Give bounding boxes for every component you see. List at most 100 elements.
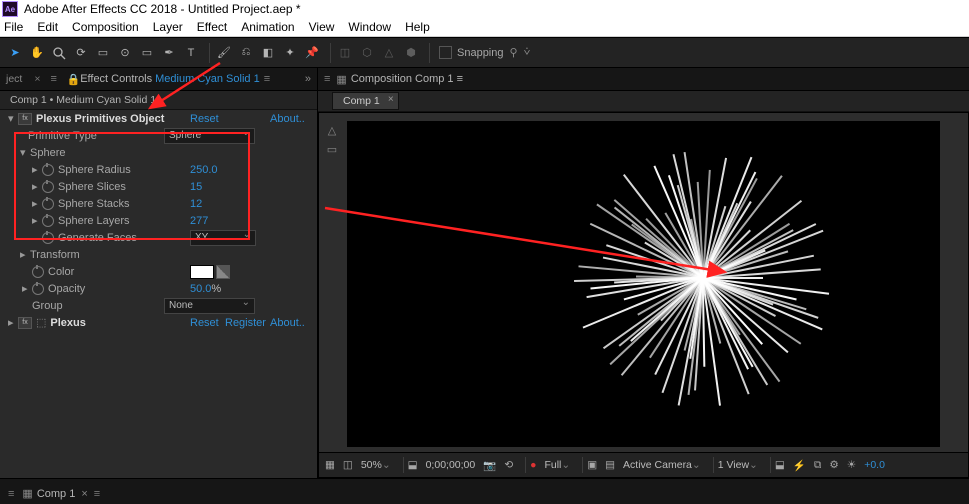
type-tool-icon[interactable]: T xyxy=(182,44,200,62)
register-link[interactable]: Register xyxy=(225,317,266,329)
puppet-tool-icon[interactable]: 📌 xyxy=(303,44,321,62)
twirl-right-icon[interactable]: ▸ xyxy=(32,180,42,193)
snapping-checkbox-icon[interactable] xyxy=(439,46,452,59)
main-menu[interactable]: File Edit Composition Layer Effect Anima… xyxy=(0,18,969,37)
twirl-down-icon[interactable]: ▾ xyxy=(20,146,30,159)
stopwatch-icon[interactable] xyxy=(32,283,44,295)
view-dropdown[interactable]: 1 View xyxy=(718,459,758,471)
tab-overflow-icon[interactable]: ≡ xyxy=(94,488,100,500)
snapping-chevron-icon[interactable]: ⩒ xyxy=(524,46,531,59)
reset-link[interactable]: Reset xyxy=(190,317,219,329)
stopwatch-icon[interactable] xyxy=(42,198,54,210)
panel-lock-icon[interactable]: 🔒 xyxy=(66,73,80,86)
primitive-type-dropdown[interactable]: Sphere xyxy=(164,128,255,144)
sphere-slices-value[interactable]: 15 xyxy=(190,181,202,193)
twirl-right-icon[interactable]: ▸ xyxy=(22,282,32,295)
pixel-aspect-icon[interactable]: ⬓ xyxy=(775,459,785,471)
effect-controls-layer[interactable]: Medium Cyan Solid 1 xyxy=(155,73,260,85)
stopwatch-icon[interactable] xyxy=(42,164,54,176)
effect-controls-tab[interactable]: Effect Controls xyxy=(80,73,152,85)
generate-faces-dropdown[interactable]: XY xyxy=(190,230,256,246)
camera-dropdown[interactable]: Active Camera xyxy=(623,459,701,471)
show-snapshot-icon[interactable]: ⟲ xyxy=(504,459,513,471)
camera-tool-icon[interactable]: ▭ xyxy=(94,44,112,62)
fx-badge-icon[interactable]: fx xyxy=(18,113,32,125)
twirl-right-icon[interactable]: ▸ xyxy=(32,163,42,176)
twirl-right-icon[interactable]: ▸ xyxy=(32,214,42,227)
menu-composition[interactable]: Composition xyxy=(72,20,139,34)
clone-tool-icon[interactable]: ⎌ xyxy=(237,44,255,62)
twirl-right-icon[interactable]: ▸ xyxy=(20,248,30,261)
tab-close-icon[interactable]: × xyxy=(28,73,46,85)
project-tab[interactable]: ject xyxy=(0,73,28,85)
roi-icon[interactable]: ▣ xyxy=(587,459,597,471)
menu-help[interactable]: Help xyxy=(405,20,430,34)
fast-preview-icon[interactable]: ⚡ xyxy=(793,459,806,472)
menu-edit[interactable]: Edit xyxy=(37,20,58,34)
alpha-icon[interactable]: ▭ xyxy=(327,143,337,156)
eyedropper-icon[interactable] xyxy=(216,265,230,279)
menu-file[interactable]: File xyxy=(4,20,23,34)
reset-link[interactable]: Reset xyxy=(190,113,219,125)
plexus-effect-header[interactable]: ▸ fx ⬚ Plexus Reset Register About.. xyxy=(0,314,317,331)
snapping-toggle[interactable]: Snapping ⚲ ⩒ xyxy=(439,46,530,59)
opacity-value[interactable]: 50.0% xyxy=(190,283,221,295)
selection-tool-icon[interactable]: ➤ xyxy=(6,44,24,62)
timecode-display[interactable]: 0;00;00;00 xyxy=(426,459,476,471)
transparency-grid-icon[interactable]: ▤ xyxy=(605,459,615,471)
zoom-dropdown[interactable]: 50% xyxy=(361,459,391,471)
stopwatch-icon[interactable] xyxy=(42,181,54,193)
pen-tool-icon[interactable]: ✒ xyxy=(160,44,178,62)
menu-effect[interactable]: Effect xyxy=(197,20,227,34)
menu-layer[interactable]: Layer xyxy=(153,20,183,34)
tab-overflow-icon[interactable]: ≡ xyxy=(260,73,278,85)
hand-tool-icon[interactable]: ✋ xyxy=(28,44,46,62)
panel-menu-icon[interactable]: ≡ xyxy=(318,73,336,85)
exposure-value[interactable]: +0.0 xyxy=(864,459,885,471)
sphere-layers-value[interactable]: 277 xyxy=(190,215,208,227)
snapping-opts-icon[interactable]: ⚲ xyxy=(510,46,518,59)
menu-view[interactable]: View xyxy=(309,20,335,34)
color-swatch[interactable] xyxy=(190,265,214,279)
zoom-tool-icon[interactable] xyxy=(50,44,68,62)
menu-animation[interactable]: Animation xyxy=(241,20,294,34)
twirl-right-icon[interactable]: ▸ xyxy=(8,316,18,329)
sphere-group-row[interactable]: ▾ Sphere xyxy=(0,144,317,161)
mask-toggle-icon[interactable]: ◫ xyxy=(343,459,353,471)
shape-tool-icon[interactable]: ▭ xyxy=(138,44,156,62)
group-dropdown[interactable]: None xyxy=(164,298,255,314)
render-canvas[interactable] xyxy=(347,121,940,447)
plexus-primitives-header[interactable]: ▾ fx Plexus Primitives Object Reset Abou… xyxy=(0,110,317,127)
tab-close-icon[interactable] xyxy=(75,488,87,500)
channel-red-icon[interactable]: ● xyxy=(530,459,536,471)
sphere-radius-value[interactable]: 250.0 xyxy=(190,164,218,176)
fx-badge-icon[interactable]: fx xyxy=(18,317,32,329)
channel-icon[interactable]: △ xyxy=(328,124,336,137)
stopwatch-icon[interactable] xyxy=(42,232,54,244)
brush-tool-icon[interactable]: 🖌 xyxy=(215,44,233,62)
about-link[interactable]: About.. xyxy=(270,317,305,329)
pan-behind-tool-icon[interactable]: ⊙ xyxy=(116,44,134,62)
tab-chevron-icon[interactable]: » xyxy=(305,73,311,85)
stopwatch-icon[interactable] xyxy=(32,266,44,278)
sphere-stacks-value[interactable]: 12 xyxy=(190,198,202,210)
stopwatch-icon[interactable] xyxy=(42,215,54,227)
exposure-reset-icon[interactable]: ☀ xyxy=(847,459,856,471)
timeline-sync-icon[interactable]: ⧉ xyxy=(814,459,822,472)
roto-tool-icon[interactable]: ✦ xyxy=(281,44,299,62)
twirl-right-icon[interactable]: ▸ xyxy=(32,197,42,210)
grid-toggle-icon[interactable]: ▦ xyxy=(325,459,335,471)
snapshot-icon[interactable]: 📷 xyxy=(483,459,496,472)
brainstorm-icon[interactable]: ⚙ xyxy=(829,459,838,471)
panel-menu-icon[interactable]: ≡ xyxy=(8,488,14,500)
transform-group-row[interactable]: ▸ Transform xyxy=(0,246,317,263)
eraser-tool-icon[interactable]: ◧ xyxy=(259,44,277,62)
resolution-icon[interactable]: ⬓ xyxy=(408,459,418,471)
about-link[interactable]: About.. xyxy=(270,113,305,125)
orbit-tool-icon[interactable]: ⟳ xyxy=(72,44,90,62)
timeline-tab[interactable]: Comp 1 xyxy=(37,488,76,500)
composition-viewer[interactable]: △ ▭ ▦ ◫ 50% ⬓ 0;00;00;00 📷 ⟲ ● Full ▣ xyxy=(318,112,969,478)
menu-window[interactable]: Window xyxy=(348,20,391,34)
comp-tab[interactable]: Comp 1 xyxy=(332,92,399,110)
twirl-down-icon[interactable]: ▾ xyxy=(8,112,18,125)
